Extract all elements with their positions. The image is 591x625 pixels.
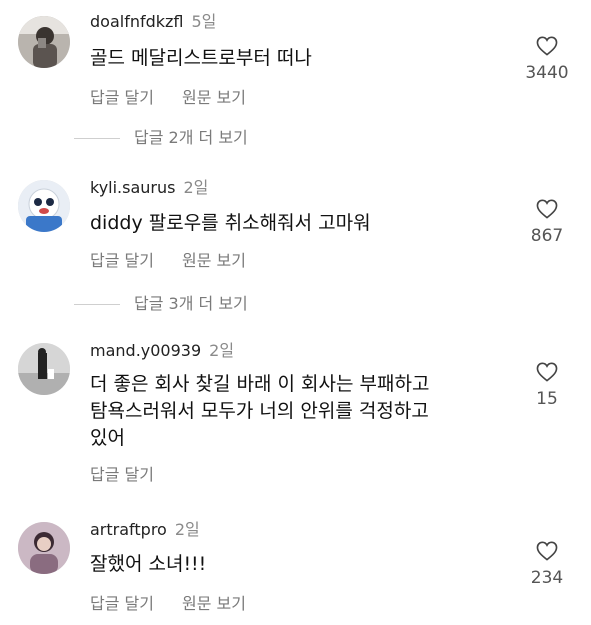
comment-time: 2일 — [209, 341, 235, 360]
avatar[interactable] — [18, 522, 70, 574]
reply-button[interactable]: 답글 달기 — [90, 88, 154, 107]
like-control: 3440 — [525, 36, 569, 83]
avatar-image — [18, 16, 70, 68]
comment-meta: artraftpro 2일 — [90, 520, 200, 540]
like-control: 234 — [527, 541, 567, 588]
heart-icon[interactable] — [536, 36, 558, 56]
heart-icon[interactable] — [536, 362, 558, 382]
username[interactable]: mand.y00939 — [90, 341, 201, 360]
comment-text: 잘했어 소녀!!! — [90, 553, 207, 575]
comment-actions: 답글 달기 원문 보기 — [90, 590, 274, 614]
avatar[interactable] — [18, 180, 70, 232]
comment-time: 5일 — [191, 12, 217, 31]
comment-actions: 답글 달기 — [90, 461, 182, 485]
username[interactable]: doalfnfdkzfl — [90, 12, 184, 31]
comment-time: 2일 — [174, 520, 200, 539]
heart-icon[interactable] — [536, 199, 558, 219]
like-count: 3440 — [525, 63, 569, 83]
see-original-button[interactable]: 원문 보기 — [182, 594, 246, 613]
username[interactable]: kyli.saurus — [90, 178, 175, 197]
view-replies-label: 답글 3개 더 보기 — [134, 294, 248, 313]
comment-meta: kyli.saurus 2일 — [90, 178, 208, 198]
reply-button[interactable]: 답글 달기 — [90, 594, 154, 613]
like-control: 15 — [527, 362, 567, 409]
view-replies-button[interactable]: 답글 3개 더 보기 — [74, 290, 248, 314]
see-original-button[interactable]: 원문 보기 — [182, 88, 246, 107]
like-count: 234 — [530, 568, 564, 588]
comment-actions: 답글 달기 원문 보기 — [90, 84, 274, 108]
avatar[interactable] — [18, 16, 70, 68]
avatar-image — [18, 522, 70, 574]
heart-icon[interactable] — [536, 541, 558, 561]
reply-button[interactable]: 답글 달기 — [90, 251, 154, 270]
comment-meta: doalfnfdkzfl 5일 — [90, 12, 216, 32]
like-control: 867 — [527, 199, 567, 246]
comment-actions: 답글 달기 원문 보기 — [90, 247, 274, 271]
divider-line — [74, 304, 120, 305]
avatar[interactable] — [18, 343, 70, 395]
comment-time: 2일 — [183, 178, 209, 197]
reply-button[interactable]: 답글 달기 — [90, 465, 154, 484]
view-replies-button[interactable]: 답글 2개 더 보기 — [74, 124, 248, 148]
see-original-button[interactable]: 원문 보기 — [182, 251, 246, 270]
comment-text: diddy 팔로우를 취소해줘서 고마워 — [90, 212, 371, 234]
divider-line — [74, 138, 120, 139]
avatar-image — [18, 343, 70, 395]
comment-text: 골드 메달리스트로부터 떠나 — [90, 47, 312, 69]
comment-meta: mand.y00939 2일 — [90, 341, 234, 361]
view-replies-label: 답글 2개 더 보기 — [134, 128, 248, 147]
like-count: 867 — [530, 226, 564, 246]
username[interactable]: artraftpro — [90, 520, 167, 539]
avatar-image — [18, 180, 70, 232]
like-count: 15 — [536, 389, 558, 409]
comment-text: 더 좋은 회사 찾길 바래 이 회사는 부패하고 탐욕스러워서 모두가 너의 안… — [90, 373, 430, 449]
